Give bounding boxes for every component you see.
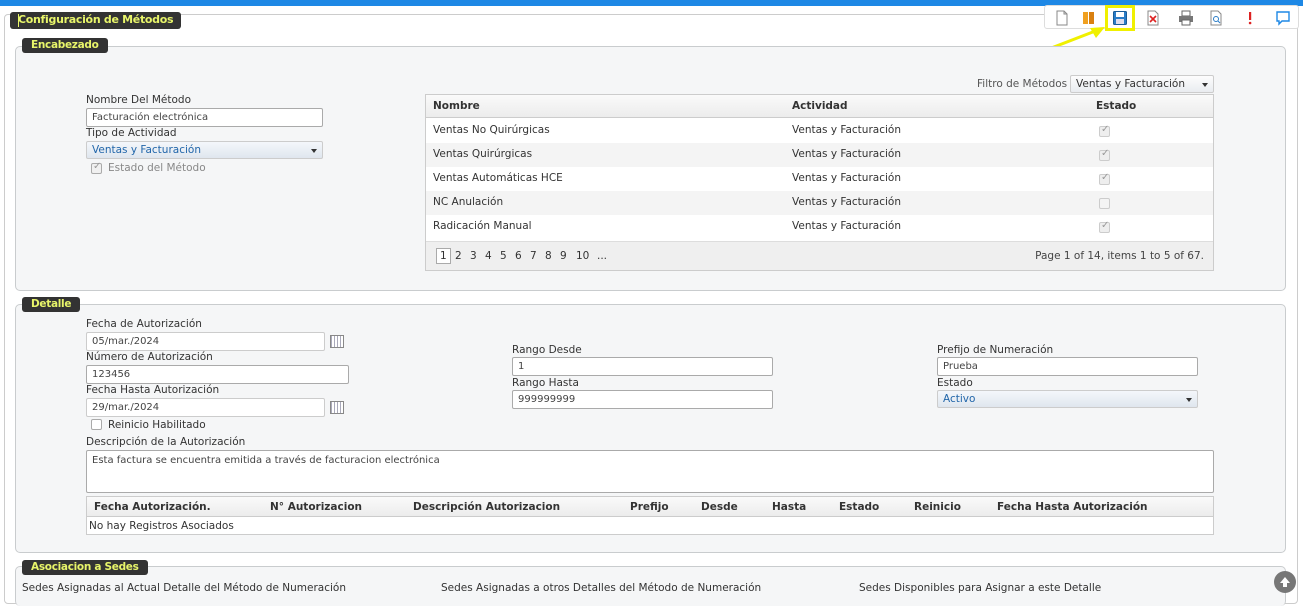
page-link-10[interactable]: 10 (576, 250, 589, 262)
table-row[interactable]: Ventas Automáticas HCE Ventas y Facturac… (426, 167, 1213, 191)
preview-icon[interactable] (1205, 8, 1227, 28)
nombre-metodo-label: Nombre Del Método (86, 94, 192, 106)
chat-icon[interactable] (1272, 8, 1294, 28)
page-link-2[interactable]: 2 (455, 250, 462, 262)
metodos-grid: Nombre Actividad Estado Ventas No Quirúr… (425, 94, 1214, 271)
table-row[interactable]: NC Anulación Ventas y Facturación (426, 191, 1213, 215)
page-link-6[interactable]: 6 (515, 250, 522, 262)
page-link-1[interactable]: 1 (436, 248, 451, 264)
arrow-up-icon (1280, 577, 1290, 587)
col-fecha-autorizacion: Fecha Autorización. (94, 501, 211, 513)
table-row[interactable]: Radicación Manual Ventas y Facturación (426, 215, 1213, 239)
calendar-icon[interactable] (330, 335, 344, 348)
page-link-7[interactable]: 7 (530, 250, 537, 262)
col-numero-autorizacion: N° Autorizacion (270, 501, 363, 513)
help-icon[interactable] (1239, 8, 1261, 28)
row-actividad: Ventas y Facturación (792, 172, 901, 184)
filtro-metodos-value: Ventas y Facturación (1076, 78, 1185, 90)
page-title: Configuración de Métodos (10, 12, 182, 29)
prefijo-label: Prefijo de Numeración (937, 344, 1054, 356)
row-nombre: Ventas Automáticas HCE (433, 172, 563, 184)
col-descripcion-autorizacion: Descripción Autorizacion (413, 501, 561, 513)
page-link-more[interactable]: ... (597, 250, 607, 262)
page-link-8[interactable]: 8 (545, 250, 552, 262)
reinicio-label: Reinicio Habilitado (108, 419, 206, 431)
sedes-disponibles-label: Sedes Disponibles para Asignar a este De… (859, 582, 1102, 594)
descripcion-label: Descripción de la Autorización (86, 436, 246, 448)
col-nombre[interactable]: Nombre (433, 100, 480, 112)
chevron-down-icon (311, 149, 317, 153)
filtro-metodos-label: Filtro de Métodos (977, 78, 1068, 90)
col-hasta: Hasta (772, 501, 807, 513)
detalle-table-header: Fecha Autorización. N° Autorizacion Desc… (87, 497, 1213, 517)
descripcion-textarea[interactable]: Esta factura se encuentra emitida a trav… (86, 450, 1214, 493)
row-estado-checkbox[interactable] (1099, 220, 1110, 233)
row-actividad: Ventas y Facturación (792, 220, 901, 232)
prefijo-input[interactable]: Prueba (937, 357, 1198, 376)
print-icon[interactable] (1175, 8, 1197, 28)
col-reinicio: Reinicio (914, 501, 961, 513)
tipo-actividad-select[interactable]: Ventas y Facturación (86, 141, 323, 159)
nombre-metodo-input[interactable]: Facturación electrónica (86, 108, 323, 127)
estado-label: Estado (937, 377, 973, 389)
row-actividad: Ventas y Facturación (792, 196, 901, 208)
row-estado-checkbox[interactable] (1099, 198, 1110, 209)
calendar-icon[interactable] (330, 401, 344, 414)
fecha-hasta-input[interactable]: 29/mar./2024 (86, 398, 325, 417)
page-link-9[interactable]: 9 (560, 250, 567, 262)
fecha-autorizacion-input[interactable]: 05/mar./2024 (86, 332, 325, 351)
fecha-hasta-label: Fecha Hasta Autorización (86, 384, 220, 396)
estado-value: Activo (943, 393, 976, 405)
sedes-asignadas-otros-label: Sedes Asignadas a otros Detalles del Mét… (441, 582, 762, 594)
col-fecha-hasta: Fecha Hasta Autorización (997, 501, 1148, 513)
estado-metodo-label: Estado del Método (108, 162, 206, 174)
col-desde: Desde (701, 501, 738, 513)
col-estado: Estado (839, 501, 880, 513)
rango-hasta-input[interactable]: 999999999 (512, 390, 773, 409)
rango-desde-label: Rango Desde (512, 344, 582, 356)
row-estado-checkbox[interactable] (1099, 124, 1110, 137)
detalle-title: Detalle (22, 297, 81, 312)
detalle-table: Fecha Autorización. N° Autorizacion Desc… (86, 496, 1214, 535)
col-actividad[interactable]: Actividad (792, 100, 848, 112)
col-estado[interactable]: Estado (1096, 100, 1136, 112)
chevron-down-icon (1186, 398, 1192, 402)
row-actividad: Ventas y Facturación (792, 148, 901, 160)
cancel-icon[interactable] (1142, 8, 1164, 28)
col-prefijo: Prefijo (630, 501, 669, 513)
row-nombre: Radicación Manual (433, 220, 532, 232)
page-info: Page 1 of 14, items 1 to 5 of 67. (1035, 250, 1204, 262)
page-link-3[interactable]: 3 (470, 250, 477, 262)
grid-pager: 1 2 3 4 5 6 7 8 9 10 ... Page 1 of 14, i… (426, 241, 1213, 270)
chevron-down-icon (1202, 83, 1208, 87)
estado-metodo-checkbox[interactable] (91, 161, 102, 174)
row-actividad: Ventas y Facturación (792, 124, 901, 136)
table-row[interactable]: Ventas Quirúrgicas Ventas y Facturación (426, 143, 1213, 167)
encabezado-title: Encabezado (22, 38, 108, 53)
row-nombre: Ventas No Quirúrgicas (433, 124, 550, 136)
tipo-actividad-label: Tipo de Actividad (86, 127, 177, 139)
row-nombre: NC Anulación (433, 196, 504, 208)
numero-autorizacion-input[interactable]: 123456 (86, 365, 349, 384)
row-estado-checkbox[interactable] (1099, 148, 1110, 161)
table-row[interactable]: Ventas No Quirúrgicas Ventas y Facturaci… (426, 119, 1213, 143)
row-estado-checkbox[interactable] (1099, 172, 1110, 185)
numero-autorizacion-label: Número de Autorización (86, 351, 213, 363)
filtro-metodos-select[interactable]: Ventas y Facturación (1070, 75, 1214, 93)
empty-message: No hay Registros Asociados (89, 520, 234, 532)
reinicio-checkbox[interactable] (91, 419, 102, 430)
sedes-title: Asociacion a Sedes (22, 560, 148, 575)
tipo-actividad-value: Ventas y Facturación (92, 144, 201, 156)
row-nombre: Ventas Quirúrgicas (433, 148, 533, 160)
sedes-asignadas-actual-label: Sedes Asignadas al Actual Detalle del Mé… (22, 582, 346, 594)
grid-header: Nombre Actividad Estado (426, 95, 1213, 118)
fecha-autorizacion-label: Fecha de Autorización (86, 318, 202, 330)
scroll-top-button[interactable] (1274, 571, 1296, 593)
estado-select[interactable]: Activo (937, 390, 1198, 408)
rango-hasta-label: Rango Hasta (512, 377, 579, 389)
rango-desde-input[interactable]: 1 (512, 357, 773, 376)
page-link-5[interactable]: 5 (500, 250, 507, 262)
page-link-4[interactable]: 4 (485, 250, 492, 262)
